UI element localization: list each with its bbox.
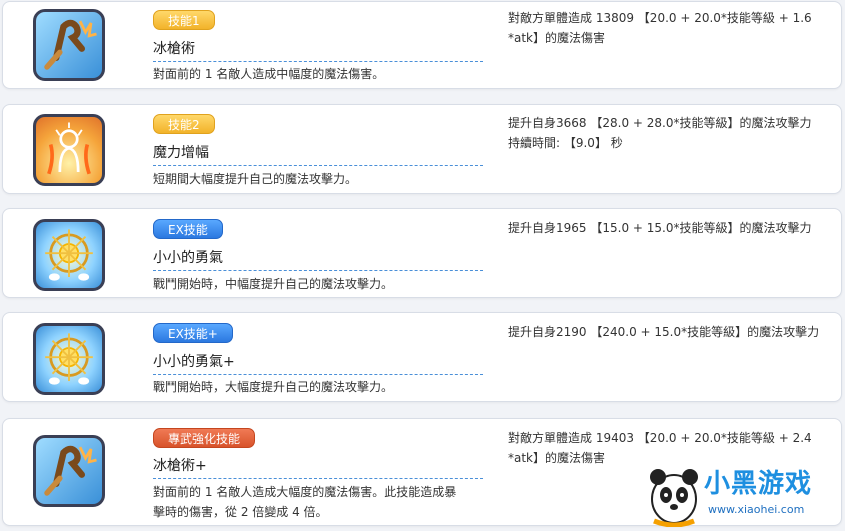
watermark-brand: 小黑游戏 [704, 469, 813, 499]
description-line: 戰鬥開始時，大幅度提升自己的魔法攻擊力。 [153, 380, 394, 394]
effect-line: 提升自身1965 【15.0 + 15.0*技能等級】的魔法攻擊力 [508, 221, 812, 235]
effect-line: 對敵方單體造成 19403 【20.0 + 20.0*技能等級 + 2.4 [508, 431, 812, 445]
skill-card: EX技能+ 小小的勇氣+ 戰鬥開始時，大幅度提升自己的魔法攻擊力。 提升自身21… [2, 312, 842, 402]
description-line: 短期間大幅度提升自己的魔法攻擊力。 [153, 172, 358, 186]
skill-name: 小小的勇氣+ [153, 351, 483, 375]
skill-tag: 技能2 [153, 114, 215, 134]
courage-sun-icon [33, 219, 105, 291]
watermark-url: www.xiaohei.com [708, 503, 805, 516]
effect-line: 提升自身2190 【240.0 + 15.0*技能等級】的魔法攻擊力 [508, 325, 820, 339]
skill-list: 技能1 冰槍術 對面前的 1 名敵人造成中幅度的魔法傷害。 對敵方單體造成 13… [0, 0, 845, 529]
skill-name: 魔力增幅 [153, 142, 483, 166]
skill-description: 戰鬥開始時，大幅度提升自己的魔法攻擊力。 [153, 377, 493, 397]
skill-description: 短期間大幅度提升自己的魔法攻擊力。 [153, 169, 493, 189]
magic-boost-icon [33, 114, 105, 186]
skill-name: 冰槍術 [153, 38, 483, 62]
skill-name: 小小的勇氣 [153, 247, 483, 271]
skill-card: EX技能 小小的勇氣 戰鬥開始時，中幅度提升自己的魔法攻擊力。 提升自身1965… [2, 208, 842, 298]
ice-spear-icon [33, 9, 105, 81]
effect-line: 提升自身3668 【28.0 + 28.0*技能等級】的魔法攻擊力 [508, 116, 812, 130]
skill-effect: 提升自身3668 【28.0 + 28.0*技能等級】的魔法攻擊力 持續時間: … [508, 113, 833, 153]
ice-spear-icon [33, 435, 105, 507]
skill-name: 冰槍術+ [153, 455, 483, 479]
effect-line: 對敵方單體造成 13809 【20.0 + 20.0*技能等級 + 1.6 [508, 11, 812, 25]
skill-effect: 提升自身2190 【240.0 + 15.0*技能等級】的魔法攻擊力 [508, 322, 833, 342]
skill-tag: EX技能+ [153, 323, 233, 343]
description-line: 對面前的 1 名敵人造成中幅度的魔法傷害。 [153, 67, 385, 81]
effect-line: 持續時間: 【9.0】 秒 [508, 136, 623, 150]
courage-sun-icon [33, 323, 105, 395]
skill-tag: 技能1 [153, 10, 215, 30]
skill-description: 戰鬥開始時，中幅度提升自己的魔法攻擊力。 [153, 274, 493, 294]
skill-effect: 提升自身1965 【15.0 + 15.0*技能等級】的魔法攻擊力 [508, 218, 833, 238]
skill-tag: EX技能 [153, 219, 223, 239]
skill-tag: 專武強化技能 [153, 428, 256, 448]
skill-description: 對面前的 1 名敵人造成中幅度的魔法傷害。 [153, 64, 493, 84]
description-line: 擊時的傷害，從 2 倍變成 4 倍。 [153, 505, 328, 519]
description-line: 對面前的 1 名敵人造成大幅度的魔法傷害。此技能造成暴 [153, 485, 457, 499]
description-line: 戰鬥開始時，中幅度提升自己的魔法攻擊力。 [153, 277, 394, 291]
skill-description: 對面前的 1 名敵人造成大幅度的魔法傷害。此技能造成暴 擊時的傷害，從 2 倍變… [153, 482, 493, 522]
skill-card: 技能2 魔力增幅 短期間大幅度提升自己的魔法攻擊力。 提升自身3668 【28.… [2, 104, 842, 194]
effect-line: *atk】的魔法傷害 [508, 31, 606, 45]
skill-effect: 對敵方單體造成 13809 【20.0 + 20.0*技能等級 + 1.6 *a… [508, 8, 833, 48]
watermark-logo: 小黑游戏 www.xiaohei.com [646, 457, 841, 528]
skill-card: 技能1 冰槍術 對面前的 1 名敵人造成中幅度的魔法傷害。 對敵方單體造成 13… [2, 1, 842, 89]
